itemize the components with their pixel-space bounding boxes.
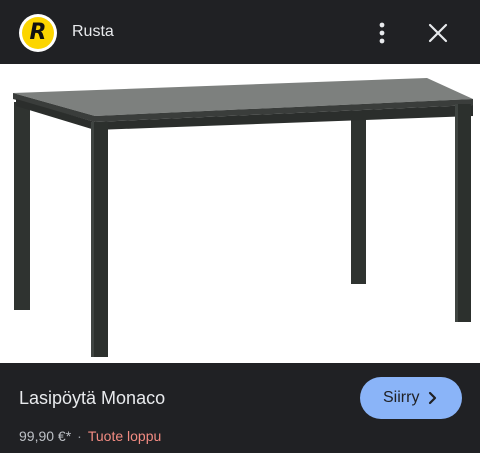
close-button[interactable] bbox=[424, 19, 452, 47]
stock-status: Tuote loppu bbox=[87, 428, 162, 444]
price-row: 99,90 €* · Tuote loppu bbox=[19, 427, 161, 445]
product-info-bar: Lasipöytä Monaco 99,90 €* · Tuote loppu Si… bbox=[0, 363, 480, 453]
table-illustration bbox=[13, 78, 473, 357]
product-title[interactable]: Lasipöytä Monaco bbox=[19, 387, 165, 409]
site-name[interactable]: Rusta bbox=[72, 22, 114, 42]
logo-letter: R bbox=[29, 20, 47, 45]
product-price: 99,90 €* bbox=[19, 428, 72, 444]
product-image[interactable] bbox=[0, 64, 480, 363]
chevron-right-icon bbox=[428, 391, 437, 405]
separator-dot: · bbox=[77, 428, 82, 444]
visit-label: Siirry bbox=[383, 389, 420, 406]
more-vert-icon bbox=[379, 22, 385, 44]
logo-badge: R bbox=[22, 17, 54, 49]
rusta-logo[interactable]: R bbox=[19, 14, 57, 52]
visit-button[interactable]: Siirry bbox=[360, 377, 462, 419]
close-icon bbox=[428, 23, 448, 43]
top-bar: R Rusta bbox=[0, 0, 480, 64]
more-options-button[interactable] bbox=[370, 20, 394, 46]
